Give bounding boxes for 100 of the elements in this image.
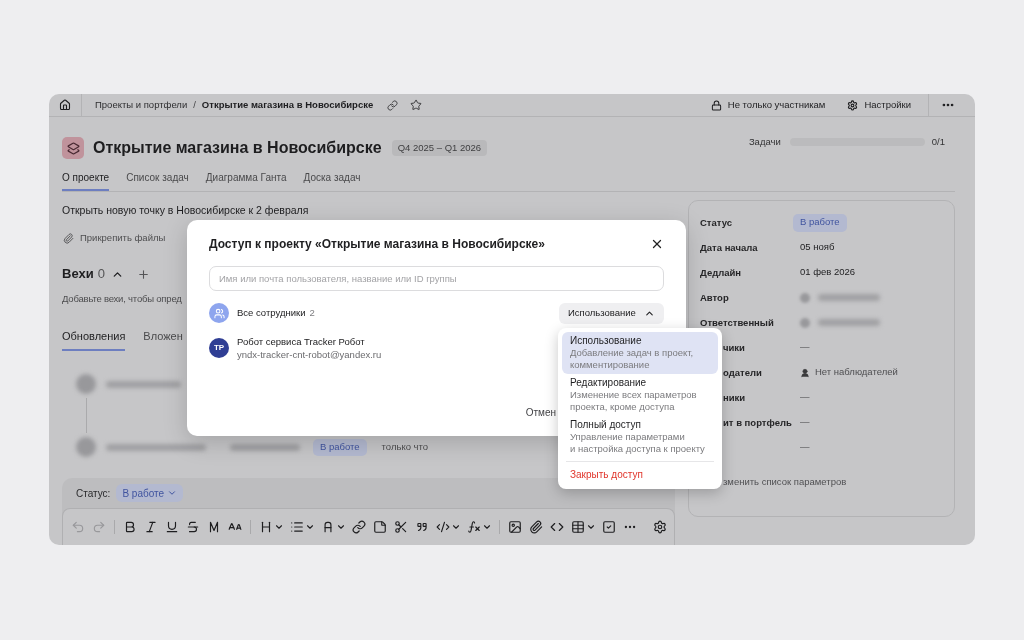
checkbox-icon [602,520,616,534]
field-value: — [800,390,810,405]
breadcrumb-link[interactable]: Проекты и портфели [95,97,188,113]
tab[interactable]: Список задач [126,169,189,191]
status-dropdown[interactable]: В работе [116,484,184,502]
close-icon [650,237,664,251]
field-value: — [800,415,810,430]
paperclip-icon [63,232,74,244]
bold-icon [123,520,137,534]
field-label: Статус [700,216,733,229]
paperclip-icon [529,520,543,534]
angle-brackets-icon [550,520,564,534]
letter-m-icon [207,520,221,534]
underline-icon [165,520,179,534]
tab[interactable]: О проекте [62,169,110,191]
field-label: Автор [700,291,729,304]
layers-icon [62,137,84,159]
group-icon [209,303,229,323]
link-icon [387,99,399,111]
member-name: Все сотрудники [237,305,306,320]
caret-icon [167,488,178,498]
field-label: Дедлайн [700,266,742,279]
blurred-text [818,319,880,326]
caret-icon [481,522,492,532]
field-label: ит в портфель [723,416,792,429]
field-value: 01 фев 2026 [800,265,856,280]
scissors-icon [394,520,408,534]
blurred-avatar [76,437,96,457]
settings-button[interactable]: Настройки [847,97,911,113]
menu-option[interactable]: Использование Добавление задач в проект, комментирование [562,332,718,374]
field-label: Ответственный [700,316,774,329]
copy-link-button[interactable] [387,99,399,111]
dialog-title: Доступ к проекту «Открытие магазина в Новосибирске» [209,236,545,253]
cancel-button[interactable]: Отмен [525,400,556,424]
italic-icon [144,520,158,534]
function-icon [466,520,481,534]
project-title: Открытие магазина в Новосибирске [93,138,382,158]
blurred-text [818,294,880,301]
member-count: 2 [309,305,315,320]
feed-tab[interactable]: Вложен [143,329,183,351]
breadcrumb-current[interactable]: Открытие магазина в Новосибирске [201,97,374,113]
field-label: Дата начала [700,241,758,254]
code-icon [435,520,450,534]
list-icon [289,520,304,534]
avatar-initials: TP [209,338,229,358]
image-icon [508,520,522,534]
field-value: 05 нояб [800,240,835,255]
milestones-title: Вехи [62,265,94,284]
field-label: ники [723,391,746,404]
revoke-access-option[interactable]: Закрыть доступ [562,465,718,485]
feed-tab[interactable]: Обновления [62,329,126,351]
star-icon [410,99,423,111]
role-select[interactable]: Использование [559,302,664,324]
status-badge: В работе [793,213,847,232]
field-value: — [800,340,810,355]
plus-icon [136,267,150,281]
home-icon [59,99,71,111]
milestones-hint: Добавьте вехи, чтобы опред [62,293,182,305]
strikethrough-icon [186,520,200,534]
settings-icon [847,99,859,111]
blurred-text [230,443,300,451]
lock-icon [710,99,722,111]
field-value: Нет наблюдателей [815,365,898,380]
breadcrumb-separator: / [193,97,196,112]
member-email: yndx-tracker-cnt-robot@yandex.ru [237,348,382,361]
quote-icon [415,520,429,534]
status-label: Статус: [76,486,111,501]
field-label: одатели [723,366,762,379]
settings-icon [653,520,667,534]
blurred-avatar [76,374,96,394]
progress-label: Задачи [748,135,781,149]
milestones-count: 0 [97,265,105,284]
caret-icon [335,522,346,532]
favorite-button[interactable] [410,99,423,111]
blurred-avatar [800,317,810,328]
access-button[interactable]: Не только участникам [710,97,826,113]
timestamp: только что [381,439,429,454]
table-icon [570,520,585,534]
add-milestone-button[interactable] [136,267,150,281]
link-icon [352,520,366,534]
link-button[interactable] [350,517,368,537]
progress-reading: 0/1 [931,135,945,149]
caret-icon [450,522,461,532]
period-badge: Q4 2025 – Q1 2026 [391,140,488,156]
blurred-avatar [800,292,810,303]
close-button[interactable] [650,237,664,251]
tab[interactable]: Доска задач [303,169,361,191]
project-description: Открыть новую точку в Новосибирске к 2 февраля [62,203,310,217]
tab[interactable]: Диаграмма Ганта [205,169,287,191]
caret-icon [304,522,315,532]
redo-icon [92,520,106,534]
member-name: Робот сервиса Tracker Робот [237,335,366,348]
field-label: чики [723,341,745,354]
edit-parameters-link[interactable]: зменить список параметров [723,475,847,488]
attach-files-button[interactable]: Прикрепить файлы [63,231,166,245]
caret-icon [273,522,284,532]
status-badge: В работе [313,438,367,456]
search-field[interactable]: Имя или почта пользователя, название или ID группы [209,266,664,291]
undo-icon [71,520,85,534]
caret-icon [585,522,596,532]
